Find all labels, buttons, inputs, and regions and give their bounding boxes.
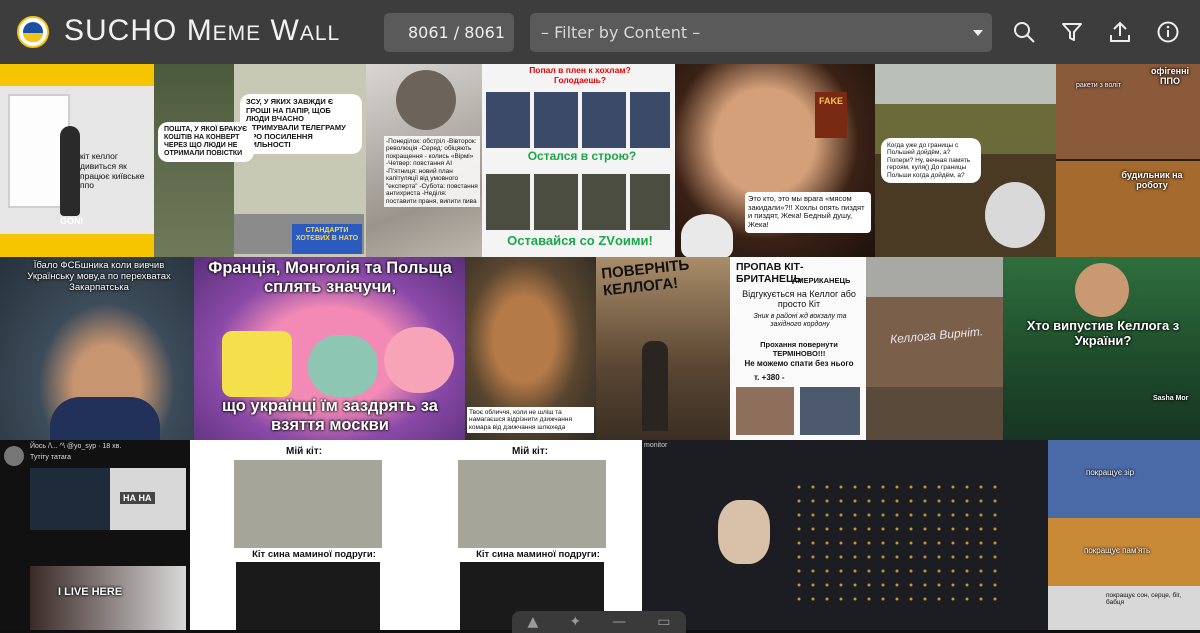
meme-tile-map[interactable]: monitor [642,440,1048,630]
meme-tile-fake-man[interactable]: FAKE Это кто, это мы врага «мясом закида… [675,64,875,257]
meme-caption-middle: покращує пам'ять [1084,546,1151,555]
meme-tile-spongebob[interactable]: Франція, Монголія та Польща сплять значу… [194,257,465,440]
meme-counter[interactable]: 8061 / 8061 [384,13,514,52]
meme-label: FAKE [815,92,847,138]
search-icon[interactable] [1012,20,1036,44]
meme-caption-top: ЗСУ, У ЯКИХ ЗАВЖДИ Є ГРОШІ НА ПАПІР, ЩОБ… [240,94,362,154]
filter-placeholder: – Filter by Content – [541,23,701,42]
meme-caption-left: ПОШТА, У ЯКОЇ БРАКУЄ КОШТІВ НА КОНВЕРТ Ч… [158,122,254,163]
title-rest: Meme Wall [186,14,341,47]
dock-icon[interactable]: ✦ [569,614,581,630]
dock-icon[interactable]: ▲ [528,614,539,630]
meme-caption-top: Попал в плен к хохлам? Голодаешь? [529,65,631,85]
meme-tile-who-released[interactable]: Хто випустив Келлога з України? Sasha Mo… [1003,257,1200,440]
meme-caption: Это кто, это мы врага «мясом закидали»?!… [745,192,871,233]
top-bar: SUCHO Meme Wall 8061 / 8061 – Filter by … [0,0,1200,64]
upload-icon[interactable] [1108,20,1132,44]
meme-caption-bottom: покращує сон, серце, біг, бабця [1106,592,1182,607]
meme-watermark: GONI [60,216,84,226]
sucho-logo[interactable] [17,16,49,48]
chevron-down-icon [973,30,983,36]
meme-caption-left: ракети з волiт [1076,82,1122,89]
meme-caption: Келлога Вирніт. [889,324,984,347]
filter-icon[interactable] [1060,20,1084,44]
meme-tile-improves[interactable]: покращує зір покращує пам'ять покращує с… [1048,440,1200,630]
meme-caption-top: офігенні ППО [1151,66,1189,87]
comparison-label-1b: Мій кіт: [512,446,549,457]
tweet-text: Тутіту татага [30,454,72,461]
meme-caption-bottom: що українці їм заздрять за взяття москви [222,397,438,434]
comparison-label-2b: Кіт сина маминої подруги: [476,549,600,560]
meme-caption: Твоє обличчя, коли не шліш та намагаєшся… [467,407,594,434]
meme-credit: Sasha Mor [1153,395,1189,402]
poster-request: Прохання повернути ТЕРМІНОВО!!! [760,340,838,358]
meme-tile-grumpy-cat[interactable]: Твоє обличчя, коли не шліш та намагаєшся… [465,257,596,440]
poster-phone: т. +380 - [754,373,785,382]
meme-tile-my-cat[interactable]: Мій кіт: Мій кіт: Кіт сина маминої подру… [190,440,642,630]
cat-silhouette [60,126,80,216]
tweet-author: Йось /\... ^\ @yo_syp · 18 хв. [30,443,122,450]
poster-subtitle: АМЕРИКАНЕЦЬ [792,276,851,285]
app-title: SUCHO Meme Wall [64,14,340,48]
poster-sleep: Не можемо спати без нього [744,359,854,368]
meme-tile-return-kellog[interactable]: ПОВЕРНІТЬ КЕЛЛОГА! [596,257,730,440]
meme-caption: Когда уже до границы с Польшей дойдём, а… [881,138,981,184]
meme-caption: Їбало ФСБшника коли вивчив Українську мо… [27,260,171,293]
meme-tile-cat-window[interactable]: кіт келлог дивиться як працює київське п… [0,64,154,257]
meme-caption-middle: Остался в строю? [527,149,637,163]
meme-tile-lost-cat-poster[interactable]: ПРОПАВ КІТ-БРИТАНЕЦЬ АМЕРИКАНЕЦЬ Відгуку… [730,257,866,440]
meme-tile-propaganda-collage[interactable]: Попал в плен к хохлам? Голодаешь? Осталс… [482,64,675,257]
meme-caption: -Понеділок: обстріл -Вівторок: революція… [384,136,480,208]
meme-caption: кіт келлог дивиться як працює київське п… [80,151,145,191]
dock-icon[interactable]: ▭ [657,614,670,630]
meme-tile-kaiju[interactable]: офігенні ППО ракети з волiт будильник на… [1056,64,1200,257]
meme-tile-bus[interactable]: ЗСУ, У ЯКИХ ЗАВЖДИ Є ГРОШІ НА ПАПІР, ЩОБ… [154,64,366,257]
meme-caption-bottom: будильник на роботу [1121,170,1183,191]
meme-label-bottom: I LIVE HERE [58,586,123,598]
comparison-label-1: Мій кіт: [286,446,323,457]
poster-small: Зник в районі жд вокзалу та західного ко… [753,313,847,329]
meme-label-top: НА НА [120,492,155,505]
meme-caption-bottom: Оставайся со ZVоими! [507,233,653,248]
dock-icon[interactable]: — [612,614,626,630]
meme-caption-top: покращує зір [1086,468,1135,477]
content-filter-select[interactable]: – Filter by Content – [530,13,992,52]
meme-tile-tweet-harold[interactable]: Йось /\... ^\ @yo_syp · 18 хв. Тутіту та… [0,440,190,630]
comparison-label-2: Кіт сина маминої подруги: [252,549,376,560]
meme-caption-top: Франція, Монголія та Польща сплять значу… [208,259,452,296]
title-first-word: SUCHO [64,14,178,47]
meme-caption: ПОВЕРНІТЬ КЕЛЛОГА! [600,257,691,300]
meme-tile-graves[interactable]: Когда уже до границы с Польшей дойдём, а… [875,64,1056,257]
meme-badge: СТАНДАРТИ ХОТЄВИХ В НАТО [292,224,362,254]
meme-tile-homelander[interactable]: Їбало ФСБшника коли вивчив Українську мо… [0,257,194,440]
info-icon[interactable] [1156,20,1180,44]
map-source-label: monitor [644,442,668,449]
meme-caption: Хто випустив Келлога з України? [1026,318,1180,348]
meme-tile-cat-week[interactable]: -Понеділок: обстріл -Вівторок: революція… [366,64,482,257]
poster-body: Відгукується на Келлог або просто Кіт [742,289,856,310]
meme-tile-graffiti[interactable]: Келлога Вирніт. [866,257,1003,440]
avatar [4,446,24,466]
